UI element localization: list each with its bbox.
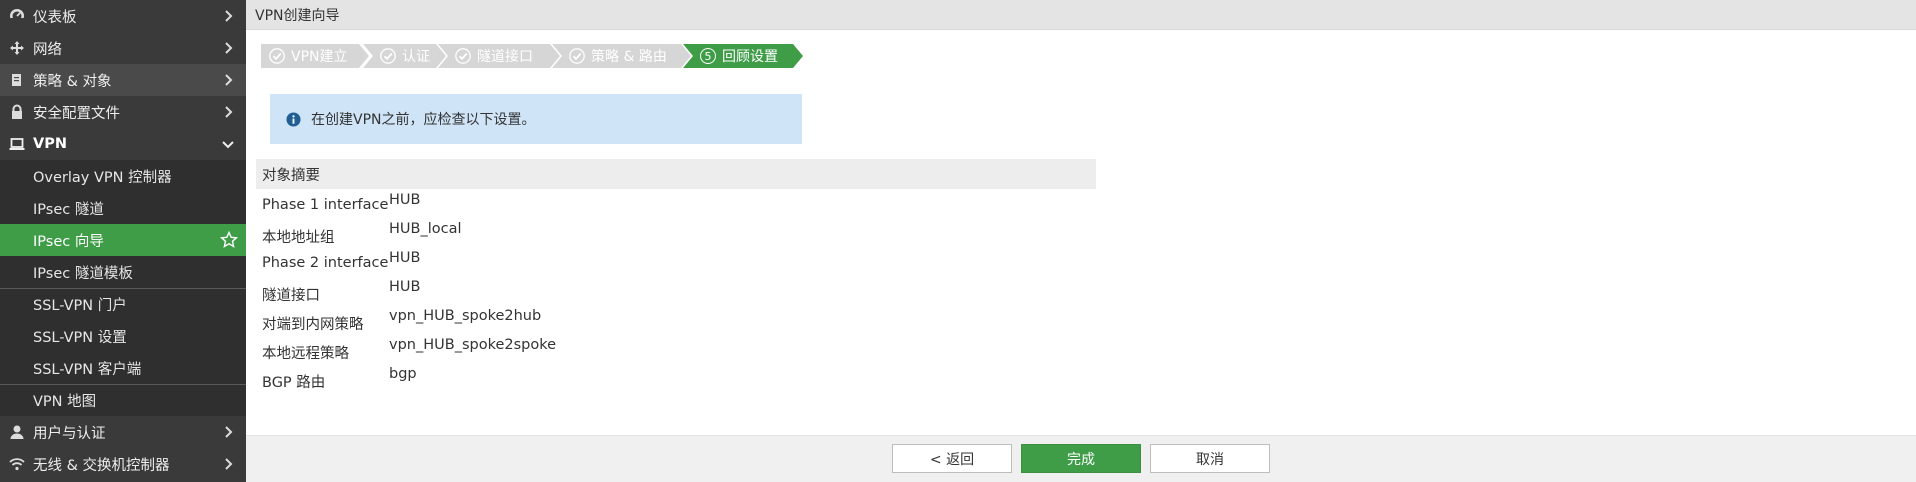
back-button[interactable]: < 返回	[892, 444, 1012, 473]
nav-label: SSL-VPN 设置	[33, 329, 127, 346]
summary-key: BGP 路由	[262, 375, 326, 391]
chevron-right-icon	[225, 458, 233, 470]
summary-value: vpn_HUB_spoke2hub	[389, 308, 542, 324]
step-number: 5	[700, 48, 716, 64]
wizard-footer: < 返回 完成 取消	[246, 435, 1916, 482]
sidebar-item-ssl-settings[interactable]: SSL-VPN 设置	[0, 320, 246, 352]
nav-label: 安全配置文件	[33, 105, 120, 122]
summary-value: HUB_local	[389, 221, 462, 237]
sidebar-item-overlay-vpn[interactable]: Overlay VPN 控制器	[0, 160, 246, 192]
nav-label: 仪表板	[33, 9, 77, 26]
page-title: VPN创建向导	[255, 7, 340, 24]
summary-section-title: 对象摘要	[256, 159, 1096, 189]
check-circle-icon	[569, 48, 585, 64]
nav-label: IPsec 向导	[33, 233, 104, 250]
sidebar: 仪表板 网络 策略 & 对象 安全配置文件 VPN Overlay VPN 控制…	[0, 0, 246, 482]
summary-key: 对端到内网策略	[262, 317, 364, 333]
check-circle-icon	[455, 48, 471, 64]
nav-label: IPsec 隧道模板	[33, 265, 133, 282]
chevron-right-icon	[225, 42, 233, 54]
check-circle-icon	[269, 48, 285, 64]
step-label: 回顾设置	[722, 49, 778, 65]
lock-icon	[8, 103, 26, 121]
info-message: 在创建VPN之前，应检查以下设置。	[270, 94, 802, 144]
network-icon	[8, 39, 26, 57]
nav-label: 网络	[33, 41, 62, 58]
summary-key: Phase 1 interface	[262, 197, 389, 213]
sidebar-item-ipsec-tunnels[interactable]: IPsec 隧道	[0, 192, 246, 224]
nav-label: 用户与认证	[33, 425, 106, 442]
nav-item-vpn[interactable]: VPN	[0, 128, 246, 160]
nav-item-security-profiles[interactable]: 安全配置文件	[0, 96, 246, 128]
summary-value: HUB	[389, 279, 421, 295]
nav-item-dashboard[interactable]: 仪表板	[0, 0, 246, 32]
cancel-button[interactable]: 取消	[1150, 444, 1270, 473]
sidebar-item-ssl-portal[interactable]: SSL-VPN 门户	[0, 288, 246, 320]
chevron-right-icon	[225, 74, 233, 86]
summary-key: 隧道接口	[262, 288, 320, 304]
vpn-submenu: Overlay VPN 控制器 IPsec 隧道 IPsec 向导 IPsec …	[0, 160, 246, 416]
nav-label: VPN 地图	[33, 394, 97, 410]
info-icon	[286, 111, 301, 127]
dashboard-icon	[8, 7, 26, 25]
nav-label: SSL-VPN 客户端	[33, 361, 142, 378]
nav-label: IPsec 隧道	[33, 201, 104, 218]
finish-button[interactable]: 完成	[1021, 444, 1141, 473]
nav-item-user-auth[interactable]: 用户与认证	[0, 416, 246, 448]
chevron-right-icon	[225, 10, 233, 22]
nav-item-policy[interactable]: 策略 & 对象	[0, 64, 246, 96]
info-text: 在创建VPN之前，应检查以下设置。	[311, 112, 536, 128]
laptop-icon	[8, 135, 26, 153]
wizard-step-tunnel-interface: 隧道接口	[438, 44, 560, 68]
sidebar-item-vpn-map[interactable]: VPN 地图	[0, 384, 246, 416]
sidebar-item-ssl-clients[interactable]: SSL-VPN 客户端	[0, 352, 246, 384]
wizard-steps: VPN建立 认证 隧道接口 策略 & 路由 5 回顾设置	[261, 44, 803, 68]
wizard-step-policy-routing: 策略 & 路由	[552, 44, 691, 68]
summary-value: vpn_HUB_spoke2spoke	[389, 337, 557, 353]
step-label: 策略 & 路由	[591, 49, 667, 65]
sidebar-item-ipsec-wizard[interactable]: IPsec 向导	[0, 224, 246, 256]
nav-item-wireless[interactable]: 无线 & 交换机控制器	[0, 448, 246, 480]
page-title-bar: VPN创建向导	[246, 0, 1916, 30]
step-label: VPN建立	[291, 49, 348, 65]
summary-value: HUB	[389, 192, 421, 208]
chevron-right-icon	[225, 426, 233, 438]
nav-label: SSL-VPN 门户	[33, 298, 127, 314]
star-icon[interactable]	[220, 231, 238, 249]
wifi-icon	[8, 455, 26, 473]
wizard-step-auth: 认证	[363, 44, 446, 68]
step-label: 认证	[402, 49, 430, 65]
summary-value: bgp	[389, 366, 417, 382]
policy-icon	[8, 71, 26, 89]
nav-item-network[interactable]: 网络	[0, 32, 246, 64]
sidebar-item-ipsec-templates[interactable]: IPsec 隧道模板	[0, 256, 246, 288]
chevron-right-icon	[225, 106, 233, 118]
nav-label: Overlay VPN 控制器	[33, 169, 172, 186]
summary-value: HUB	[389, 250, 421, 266]
nav-label: VPN	[33, 136, 67, 152]
chevron-down-icon	[222, 141, 234, 149]
nav-label: 策略 & 对象	[33, 73, 112, 90]
wizard-step-vpn-setup: VPN建立	[261, 44, 369, 68]
summary-key: 本地远程策略	[262, 346, 349, 362]
nav-label: 无线 & 交换机控制器	[33, 457, 170, 474]
check-circle-icon	[380, 48, 396, 64]
main-panel: VPN创建向导 VPN建立 认证 隧道接口 策略 & 路由 5 回顾设置 在创建V…	[246, 0, 1916, 482]
step-label: 隧道接口	[477, 49, 533, 65]
summary-title: 对象摘要	[262, 167, 320, 184]
wizard-step-review: 5 回顾设置	[683, 44, 803, 68]
summary-key: 本地地址组	[262, 230, 335, 246]
summary-key: Phase 2 interface	[262, 255, 389, 271]
user-icon	[8, 423, 26, 441]
